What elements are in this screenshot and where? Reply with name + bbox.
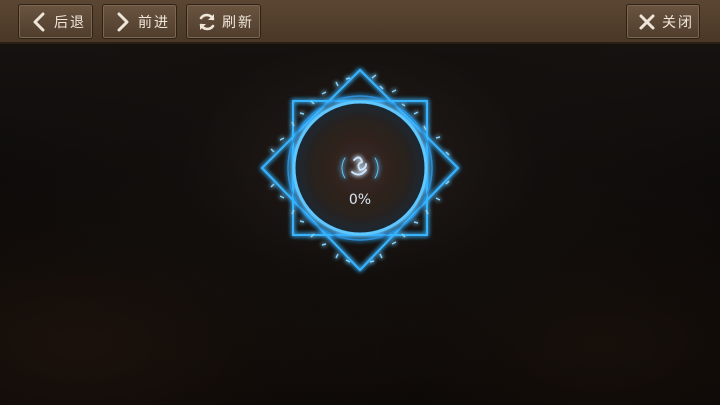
loading-progress-text: 0% (348, 192, 372, 208)
